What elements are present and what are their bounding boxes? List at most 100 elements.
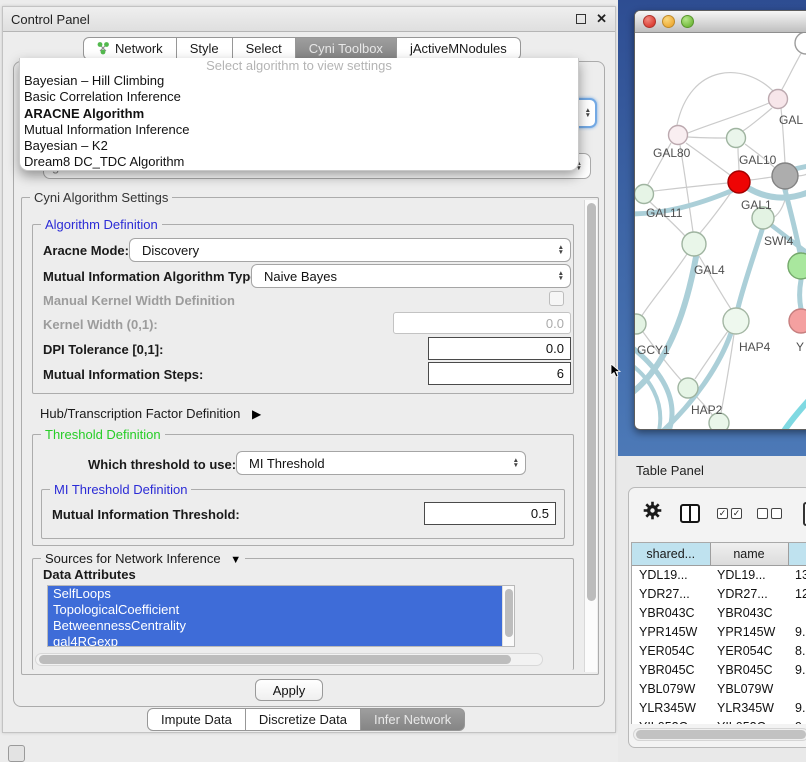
columns-icon[interactable] (680, 504, 700, 523)
sources-hscrollbar-thumb[interactable] (39, 655, 511, 664)
data-attributes-list[interactable]: SelfLoopsTopologicalCoefficientBetweenne… (47, 585, 515, 647)
tab-discretize-data[interactable]: Discretize Data (246, 708, 361, 731)
hub-definition-toggle[interactable]: Hub/Transcription Factor Definition ▶ (40, 406, 261, 421)
algorithm-option[interactable]: Bayesian – Hill Climbing (20, 73, 578, 89)
sources-title[interactable]: Sources for Network Inference ▼ (41, 551, 245, 568)
tab-cyni-toolbox[interactable]: Cyni Toolbox (296, 37, 397, 60)
table-row[interactable]: YDL19...YDL19...13 (632, 565, 806, 584)
dpi-tolerance-field[interactable]: 0.0 (428, 337, 571, 360)
table-cell: YPR145W (710, 622, 788, 641)
network-icon (97, 41, 110, 58)
close-panel-icon[interactable]: ✕ (596, 11, 607, 27)
manual-kernel-checkbox[interactable] (549, 291, 564, 306)
kernel-width-field[interactable]: 0.0 (393, 312, 571, 334)
network-node[interactable] (795, 33, 806, 54)
tab-infer-network[interactable]: Infer Network (361, 708, 465, 731)
node-label: GAL80 (653, 146, 691, 160)
control-panel: Control Panel ✕ NetworkStyleSelectCyni T… (2, 6, 616, 733)
settings-scrollbar-thumb[interactable] (587, 203, 596, 601)
table-toolbar: ✓✓ (629, 496, 806, 530)
control-panel-tabbar: NetworkStyleSelect Cyni Toolbox jActiveMNo… (83, 37, 521, 60)
zoom-window-icon[interactable] (681, 15, 694, 28)
tab-select[interactable]: Select (233, 37, 296, 60)
table-cell (788, 603, 806, 622)
table-cell: YLR345W (710, 698, 788, 717)
algorithm-dropdown[interactable]: Select algorithm to view settings Bayesi… (19, 58, 579, 171)
network-node[interactable] (635, 185, 654, 204)
algorithm-option[interactable]: Mutual Information Inference (20, 122, 578, 138)
table-row[interactable]: YBR043CYBR043C (632, 603, 806, 622)
minimize-window-icon[interactable] (662, 15, 675, 28)
table-row[interactable]: YPR145WYPR145W9. (632, 622, 806, 641)
network-node[interactable] (669, 126, 688, 145)
deselect-all-columns-icon[interactable] (757, 508, 782, 519)
table-cell: YER054C (632, 641, 710, 660)
data-attribute-item[interactable]: SelfLoops (48, 586, 514, 602)
algorithm-dropdown-hint: Select algorithm to view settings (20, 58, 578, 73)
network-node[interactable] (788, 253, 806, 279)
mi-type-label: Mutual Information Algorithm Type: (43, 269, 262, 284)
table-cell: YBR045C (710, 660, 788, 679)
table-panel-container: ✓✓ shared...nameA YDL19...YDL19...13YDR2… (628, 487, 806, 748)
table-row[interactable]: YLR345WYLR345W9. (632, 698, 806, 717)
table-row[interactable]: YBL079WYBL079W (632, 679, 806, 698)
mi-type-combo[interactable]: Naive Bayes ▲▼ (251, 264, 571, 288)
spinner-icon: ▲▼ (513, 458, 519, 469)
network-window-titlebar[interactable] (635, 11, 806, 33)
data-attribute-item[interactable]: TopologicalCoefficient (48, 602, 514, 618)
network-node[interactable] (789, 309, 806, 333)
mi-threshold-field[interactable]: 0.5 (424, 502, 556, 525)
table-row[interactable]: YDR27...YDR27...12 (632, 584, 806, 603)
table-panel: Table Panel (618, 456, 806, 762)
table-row[interactable]: YBR045CYBR045C9. (632, 660, 806, 679)
network-node[interactable] (682, 232, 706, 256)
tab-style[interactable]: Style (177, 37, 233, 60)
table-cell: 13 (788, 565, 806, 584)
data-attribute-item[interactable]: gal4RGexp (48, 634, 514, 647)
tab-jactivemnodules[interactable]: jActiveMNodules (397, 37, 521, 60)
network-canvas[interactable]: GALGAL80GAL10GAL1GAL11SWI4GAL4GCY1HAP4YH… (635, 33, 806, 429)
algorithm-option[interactable]: Bayesian – K2 (20, 138, 578, 154)
network-node[interactable] (727, 129, 746, 148)
network-node[interactable] (678, 378, 698, 398)
network-node[interactable] (728, 171, 750, 193)
table-hscrollbar-thumb[interactable] (636, 730, 806, 739)
table-column-header[interactable]: name (710, 543, 788, 565)
attribute-list-scrollbar[interactable] (502, 586, 514, 647)
cytopanel-corner-button[interactable] (8, 745, 25, 762)
sources-group: Sources for Network Inference ▼ Data Att… (32, 558, 574, 670)
table-column-header[interactable]: shared... (632, 543, 710, 565)
table-cell (788, 679, 806, 698)
float-window-icon[interactable] (576, 12, 586, 27)
network-node[interactable] (769, 90, 788, 109)
table-row[interactable]: YIL052CYIL052C9 (632, 717, 806, 724)
network-node[interactable] (723, 308, 749, 334)
tab-network[interactable]: Network (83, 37, 177, 60)
algorithm-option[interactable]: ARACNE Algorithm (20, 106, 578, 122)
select-all-columns-icon[interactable]: ✓✓ (717, 508, 742, 519)
settings-scrollbar[interactable] (584, 200, 597, 672)
mi-steps-label: Mutual Information Steps: (43, 367, 203, 382)
network-edge (686, 143, 730, 175)
close-window-icon[interactable] (643, 15, 656, 28)
sources-hscrollbar[interactable] (35, 653, 543, 666)
tab-impute-data[interactable]: Impute Data (147, 708, 246, 731)
table-column-header[interactable]: A (788, 543, 806, 565)
algorithm-option[interactable]: Basic Correlation Inference (20, 89, 578, 105)
gear-icon[interactable] (643, 501, 662, 525)
apply-button[interactable]: Apply (255, 679, 323, 701)
attribute-list-scrollbar-thumb[interactable] (505, 589, 513, 637)
table-row[interactable]: YER054CYER054C8. (632, 641, 806, 660)
aracne-mode-combo[interactable]: Discovery ▲▼ (129, 238, 571, 262)
table-cell: YIL052C (632, 717, 710, 724)
table-cell: 9. (788, 660, 806, 679)
tab-label: Cyni Toolbox (309, 41, 383, 56)
algorithm-option[interactable]: Dream8 DC_TDC Algorithm (20, 154, 578, 170)
which-threshold-combo[interactable]: MI Threshold ▲▼ (236, 451, 526, 475)
table-cell: YDR27... (710, 584, 788, 603)
mi-steps-field[interactable]: 6 (428, 362, 571, 385)
network-node[interactable] (635, 314, 646, 334)
node-table[interactable]: shared...nameA YDL19...YDL19...13YDR27..… (631, 542, 806, 724)
table-hscrollbar[interactable] (633, 728, 806, 741)
data-attribute-item[interactable]: BetweennessCentrality (48, 618, 514, 634)
